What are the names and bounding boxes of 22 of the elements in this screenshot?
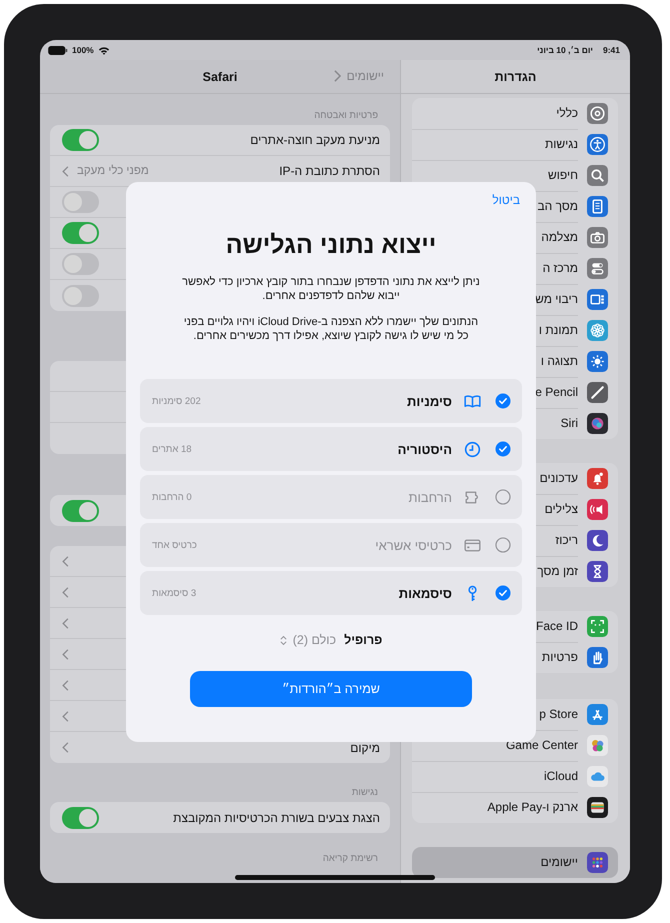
- section-header: רשימת קריאה: [322, 853, 379, 866]
- item-count: כרטיס אחד: [152, 540, 197, 550]
- dialog-paragraph: הנתונים שלך יישמרו ללא הצפנה ב-iCloud Drive ויהיו גלויים בפני כל מי שיש לו גישה לקובץ שיוצא, אפילו דרך מכשירים אחרים.: [182, 315, 480, 343]
- setting-value: מפני כלי מעקב: [77, 165, 149, 177]
- status-date: יום ב׳, 10 ביוני: [537, 45, 593, 55]
- dialog-title: ייצוא נתוני הגלישה: [226, 230, 436, 260]
- item-count: 202 סימניות: [152, 396, 201, 406]
- item-count: 3 סיסמאות: [152, 588, 196, 598]
- item-count: 0 הרחבות: [152, 492, 192, 502]
- profile-label: פרופיל: [344, 633, 382, 647]
- setting-label: מיקום: [350, 740, 380, 754]
- battery-percentage: 100%: [72, 45, 94, 55]
- item-count: 18 אתרים: [152, 444, 192, 454]
- section-header: נגישות: [350, 787, 379, 800]
- setting-label: הסתרת כתובת ה-IP: [279, 164, 380, 178]
- setting-label: הצגת צבעים בשורת הכרטיסיות המקובצת: [173, 810, 380, 824]
- dialog-paragraph: ניתן לייצא את נתוני הדפדפן שנבחרו בתור קובץ ארכיון כדי לאפשר ייבוא שלהם לדפדפנים אחרים.: [181, 275, 481, 303]
- sidebar-title: הגדרות: [494, 70, 536, 84]
- setting-label: מניעת מעקב חוצה-אתרים: [250, 133, 380, 147]
- nav-title: Safari: [202, 70, 238, 84]
- section-header: פרטיות ואבטחה: [313, 110, 379, 123]
- status-time: 9:41: [602, 45, 620, 55]
